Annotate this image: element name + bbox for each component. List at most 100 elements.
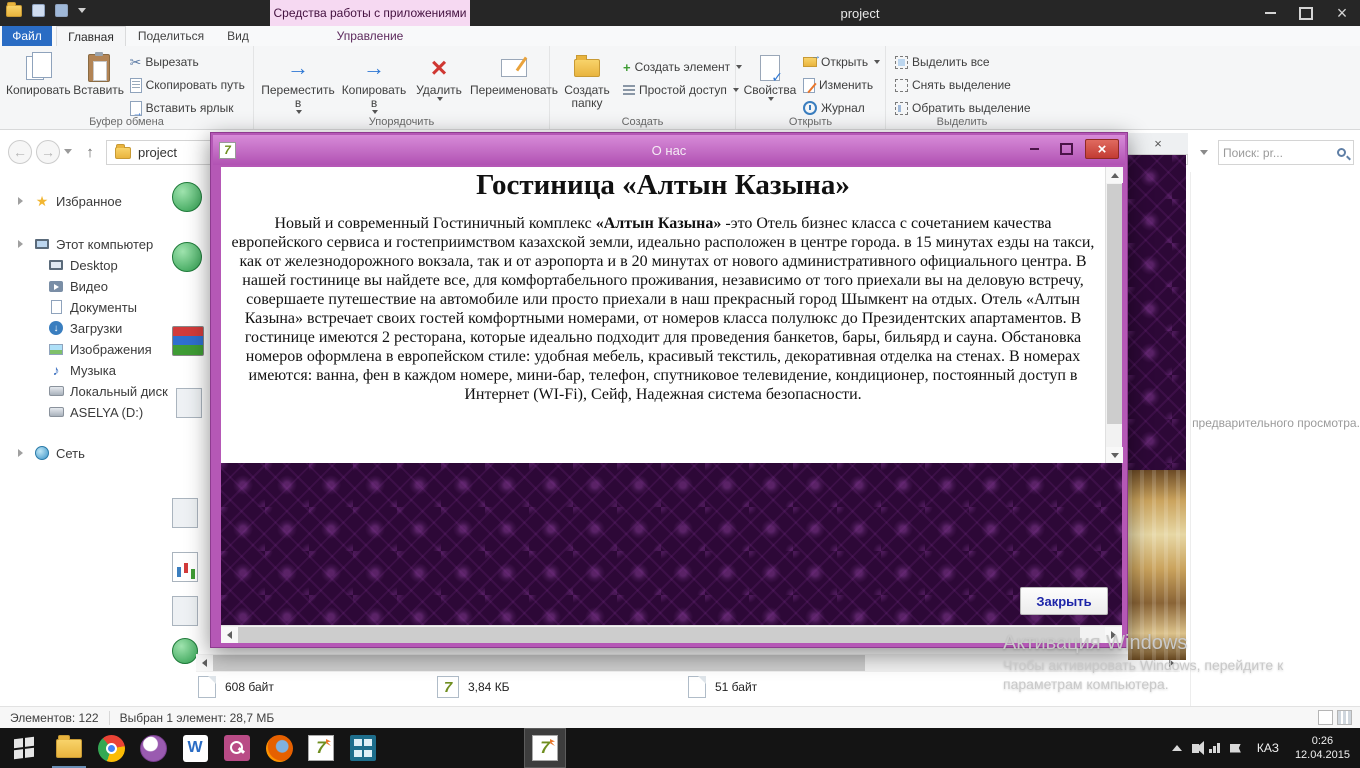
- tab-manage[interactable]: Управление: [330, 26, 410, 46]
- dialog-minimize-button[interactable]: [1021, 139, 1047, 159]
- paste-shortcut-button[interactable]: Вставить ярлык: [127, 98, 248, 119]
- scroll-right-icon[interactable]: [1105, 627, 1122, 643]
- file-icon[interactable]: [172, 326, 204, 356]
- thumbnail-view-toggle[interactable]: [1337, 710, 1352, 725]
- copy-button[interactable]: Копировать: [6, 49, 71, 115]
- copy-path-button[interactable]: Скопировать путь: [127, 75, 248, 95]
- move-to-button[interactable]: Переместить в: [260, 49, 336, 115]
- file-list-horizontal-scrollbar[interactable]: [196, 654, 1180, 672]
- refresh-caret[interactable]: [1194, 140, 1214, 165]
- start-button[interactable]: [0, 728, 48, 768]
- easy-access-button[interactable]: Простой доступ: [620, 80, 745, 100]
- sidebar-item-aselya[interactable]: ASELYA (D:): [0, 402, 168, 422]
- close-dialog-button[interactable]: Закрыть: [1020, 587, 1108, 615]
- qat-icon-1[interactable]: [32, 4, 45, 17]
- language-indicator[interactable]: КАЗ: [1251, 737, 1285, 759]
- taskbar-access-icon[interactable]: [216, 728, 258, 768]
- breadcrumb[interactable]: project: [138, 145, 177, 160]
- taskbar-firefox-icon[interactable]: [258, 728, 300, 768]
- properties-button[interactable]: Свойства: [742, 49, 798, 115]
- tab-view[interactable]: Вид: [216, 26, 260, 46]
- hidden-icons-button[interactable]: [1171, 745, 1182, 751]
- taskbar-active-app-icon[interactable]: [524, 728, 566, 768]
- sidebar-item-pictures[interactable]: Изображения: [0, 339, 168, 359]
- paste-button[interactable]: Вставить: [73, 49, 125, 115]
- qat-icon-2[interactable]: [55, 4, 68, 17]
- tree-expand-icon[interactable]: [18, 197, 23, 205]
- background-window-close-icon[interactable]: [1128, 133, 1188, 155]
- file-icon[interactable]: [176, 388, 202, 418]
- qat-customize-icon[interactable]: [78, 8, 86, 13]
- maximize-button[interactable]: [1288, 0, 1324, 26]
- minimize-button[interactable]: [1252, 0, 1288, 26]
- file-icon[interactable]: [172, 498, 198, 528]
- network-icon[interactable]: [1208, 743, 1220, 753]
- sidebar-item-documents[interactable]: Документы: [0, 297, 168, 317]
- taskbar-database-icon[interactable]: [342, 728, 384, 768]
- file-icon[interactable]: [172, 596, 198, 626]
- scrollbar-thumb[interactable]: [238, 627, 1080, 643]
- rename-button[interactable]: Переименовать: [468, 49, 560, 115]
- up-button[interactable]: [78, 140, 102, 164]
- clock[interactable]: 0:26 12.04.2015: [1295, 734, 1350, 762]
- scrollbar-thumb[interactable]: [1107, 184, 1122, 424]
- dialog-horizontal-scrollbar[interactable]: [221, 625, 1122, 643]
- file-icon[interactable]: [172, 638, 198, 664]
- history-button[interactable]: Журнал: [800, 98, 883, 118]
- file-icon[interactable]: [172, 182, 202, 212]
- cut-button[interactable]: Вырезать: [127, 52, 248, 72]
- background-app-window[interactable]: [1128, 133, 1188, 660]
- close-button[interactable]: [1324, 0, 1360, 26]
- open-button[interactable]: Открыть: [800, 51, 883, 72]
- sidebar-item-music[interactable]: Музыка: [0, 360, 168, 380]
- sidebar-network[interactable]: Сеть: [0, 443, 168, 463]
- dialog-vertical-scrollbar[interactable]: [1105, 167, 1123, 463]
- back-button[interactable]: [8, 140, 32, 164]
- scroll-left-icon[interactable]: [196, 655, 213, 671]
- sidebar-item-video[interactable]: Видео: [0, 276, 168, 296]
- taskbar-explorer-icon[interactable]: [48, 728, 90, 768]
- taskbar-chrome-icon[interactable]: [90, 728, 132, 768]
- details-view-toggle[interactable]: [1318, 710, 1333, 725]
- context-tab-app-tools[interactable]: Средства работы с приложениями: [270, 0, 470, 26]
- search-input[interactable]: [1223, 145, 1337, 160]
- dialog-close-button[interactable]: [1085, 139, 1119, 159]
- scroll-down-icon[interactable]: [1106, 447, 1123, 463]
- taskbar-browser-icon[interactable]: [132, 728, 174, 768]
- copy-to-button[interactable]: Копировать в: [338, 49, 410, 115]
- file-tile[interactable]: 3,84 КБ: [437, 676, 510, 698]
- sidebar-item-downloads[interactable]: Загрузки: [0, 318, 168, 338]
- search-icon[interactable]: [1337, 148, 1346, 157]
- edit-button[interactable]: Изменить: [800, 75, 883, 95]
- file-icon[interactable]: [172, 552, 198, 582]
- tab-file[interactable]: Файл: [2, 26, 52, 46]
- file-tile[interactable]: 51 байт: [688, 676, 757, 698]
- tree-expand-icon[interactable]: [18, 240, 23, 248]
- scroll-up-icon[interactable]: [1106, 167, 1123, 183]
- sidebar-favorites[interactable]: Избранное: [0, 191, 168, 211]
- file-icon[interactable]: [172, 242, 202, 272]
- forward-button[interactable]: [36, 140, 60, 164]
- new-item-button[interactable]: Создать элемент: [620, 57, 745, 77]
- scrollbar-thumb[interactable]: [213, 655, 865, 671]
- volume-icon[interactable]: [1191, 743, 1199, 753]
- dialog-titlebar[interactable]: О нас: [213, 135, 1125, 165]
- select-all-button[interactable]: Выделить все: [892, 52, 1034, 72]
- recent-locations-caret[interactable]: [64, 149, 72, 154]
- tab-home[interactable]: Главная: [56, 26, 126, 46]
- taskbar-writer-icon[interactable]: [174, 728, 216, 768]
- file-tile[interactable]: 608 байт: [198, 676, 274, 698]
- select-none-button[interactable]: Снять выделение: [892, 75, 1034, 95]
- action-center-flag-icon[interactable]: [1229, 743, 1241, 753]
- delete-button[interactable]: Удалить: [412, 49, 466, 115]
- sidebar-this-pc[interactable]: Этот компьютер: [0, 234, 168, 254]
- dialog-maximize-button[interactable]: [1053, 139, 1079, 159]
- new-folder-button[interactable]: Создать папку: [556, 49, 618, 115]
- taskbar-delphi-icon[interactable]: [300, 728, 342, 768]
- tree-expand-icon[interactable]: [18, 449, 23, 457]
- sidebar-item-local-disk[interactable]: Локальный диск (: [0, 381, 168, 401]
- sidebar-item-desktop[interactable]: Desktop: [0, 255, 168, 275]
- tab-share[interactable]: Поделиться: [130, 26, 212, 46]
- invert-selection-button[interactable]: Обратить выделение: [892, 98, 1034, 118]
- scroll-left-icon[interactable]: [221, 627, 238, 643]
